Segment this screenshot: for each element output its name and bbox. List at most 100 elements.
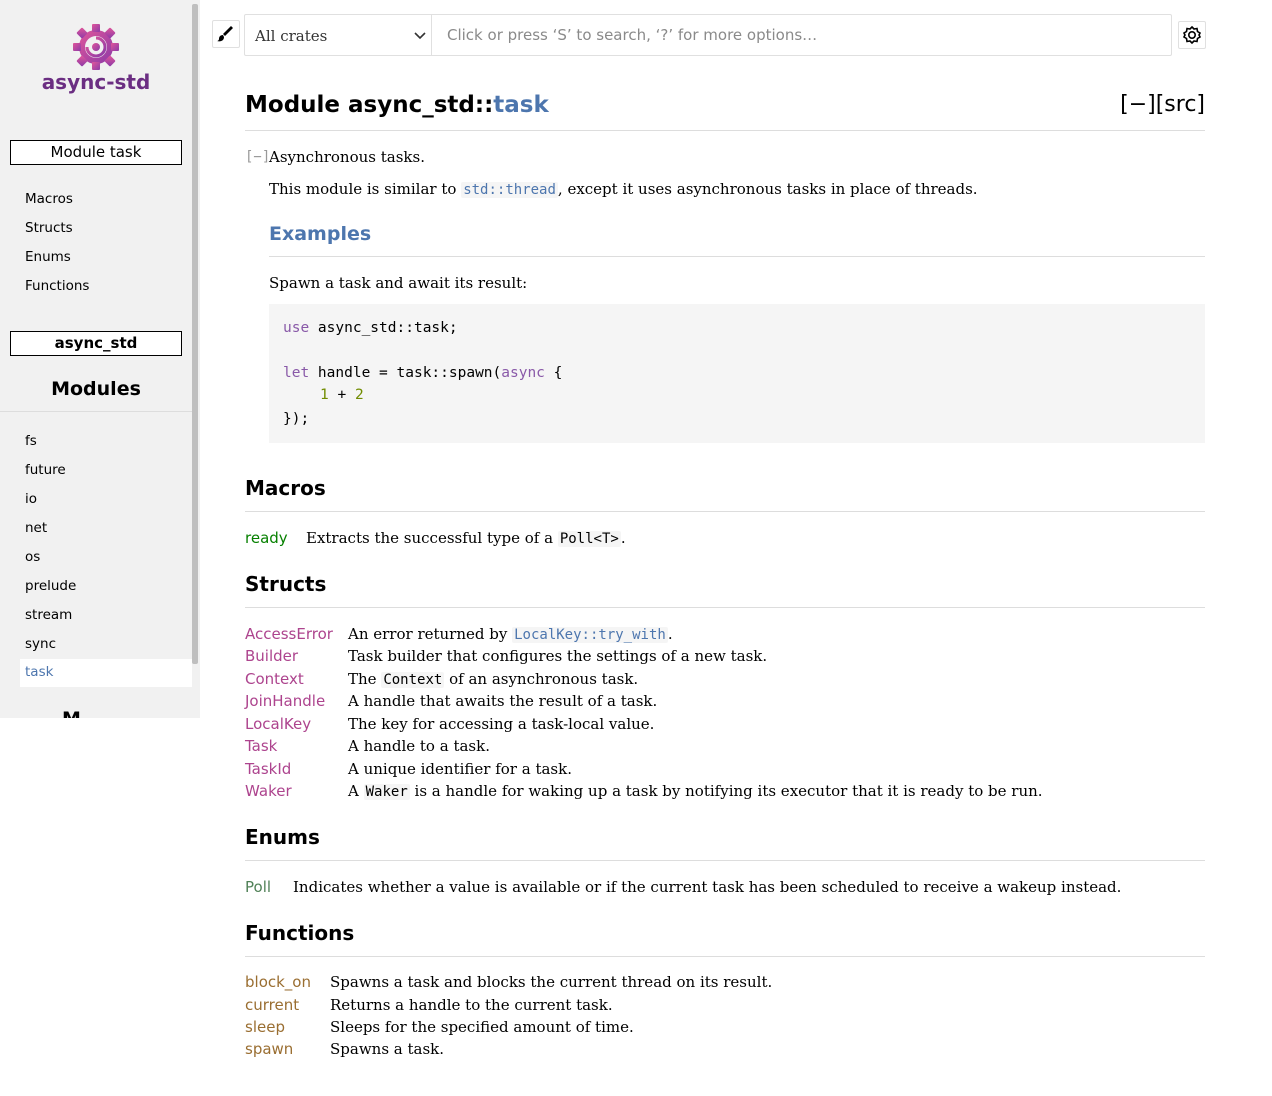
divider <box>245 860 1205 861</box>
search-bar: All crates <box>244 14 1172 56</box>
fn-link-sleep[interactable]: sleep <box>245 1018 285 1036</box>
desc-part: is a handle for waking up a task by noti… <box>409 782 1043 800</box>
crate-select-value: All crates <box>255 27 328 45</box>
desc-part: This module is similar to <box>269 180 462 198</box>
sidebar-link-functions[interactable]: Functions <box>25 278 89 294</box>
item-description: A unique identifier for a task. <box>348 760 572 778</box>
macro-link-ready[interactable]: ready <box>245 529 288 547</box>
item-description: Returns a handle to the current task. <box>330 996 613 1014</box>
code-text: handle = task::spawn( <box>309 365 502 381</box>
fn-link-spawn[interactable]: spawn <box>245 1040 293 1058</box>
code-text: async_std::task; <box>309 320 458 336</box>
code-line: let handle = task::spawn(async { <box>283 365 562 381</box>
enum-link-poll[interactable]: Poll <box>245 878 271 896</box>
code-line: use async_std::task; <box>283 320 458 336</box>
desc-part: The <box>348 670 382 688</box>
desc-part: Extracts the successful type of a <box>306 529 558 547</box>
sidebar-module-sync[interactable]: sync <box>25 636 56 652</box>
gear-icon <box>1182 25 1202 45</box>
settings-button[interactable] <box>1178 21 1206 49</box>
code-keyword: async <box>501 365 545 381</box>
crate-name[interactable]: async-std <box>0 70 192 94</box>
localkey-try-with-link[interactable]: LocalKey::try_with <box>512 627 668 643</box>
struct-link-builder[interactable]: Builder <box>245 647 298 665</box>
sidebar-module-io[interactable]: io <box>25 491 37 507</box>
desc-part: of an asynchronous task. <box>444 670 639 688</box>
item-description: A Waker is a handle for waking up a task… <box>348 782 1043 800</box>
examples-heading[interactable]: Examples <box>269 223 371 245</box>
struct-link-joinhandle[interactable]: JoinHandle <box>245 692 325 710</box>
sidebar-module-os[interactable]: os <box>25 549 40 565</box>
modules-heading: Modules <box>51 378 141 400</box>
item-description: A handle that awaits the result of a tas… <box>348 692 658 710</box>
struct-link-waker[interactable]: Waker <box>245 782 292 800</box>
summary-text: Asynchronous tasks. <box>269 148 425 166</box>
crate-box[interactable]: async_std <box>10 331 182 356</box>
search-input[interactable] <box>435 15 1165 55</box>
async-std-logo-icon[interactable] <box>73 24 119 70</box>
section-heading-functions[interactable]: Functions <box>245 921 354 945</box>
fn-link-current[interactable]: current <box>245 996 299 1014</box>
theme-picker-button[interactable] <box>212 20 240 48</box>
struct-link-context[interactable]: Context <box>245 670 304 688</box>
sidebar-link-enums[interactable]: Enums <box>25 249 71 265</box>
item-description: A handle to a task. <box>348 737 490 755</box>
sidebar-module-future[interactable]: future <box>25 462 66 478</box>
collapse-toggle[interactable]: [−] <box>245 149 270 165</box>
item-description: Indicates whether a value is available o… <box>293 878 1122 896</box>
desc-part: A <box>348 782 364 800</box>
code-number: 2 <box>354 387 364 403</box>
item-description: Spawns a task. <box>330 1040 445 1058</box>
code-keyword: use <box>283 320 310 336</box>
struct-link-localkey[interactable]: LocalKey <box>245 715 311 733</box>
divider <box>0 411 192 412</box>
section-heading-enums[interactable]: Enums <box>245 825 320 849</box>
fn-link-block-on[interactable]: block_on <box>245 973 311 991</box>
sidebar: async-std Module task Macros Structs Enu… <box>0 0 200 718</box>
divider <box>245 511 1205 512</box>
sidebar-module-stream[interactable]: stream <box>25 607 72 623</box>
item-description: Spawns a task and blocks the current thr… <box>330 973 773 991</box>
inline-code: Poll<T> <box>557 531 621 547</box>
sidebar-scrollbar[interactable] <box>192 4 198 664</box>
sidebar-module-net[interactable]: net <box>25 520 47 536</box>
sidebar-link-structs[interactable]: Structs <box>25 220 73 236</box>
sidebar-module-task[interactable]: task <box>20 659 192 687</box>
desc-part: . <box>667 625 673 643</box>
title-item-link[interactable]: task <box>493 92 549 118</box>
section-heading-structs[interactable]: Structs <box>245 572 326 596</box>
examples-intro: Spawn a task and await its result: <box>269 274 528 292</box>
paintbrush-icon <box>217 26 233 42</box>
sidebar-module-prelude[interactable]: prelude <box>25 578 76 594</box>
crate-search-select[interactable]: All crates <box>245 15 432 55</box>
description-text: This module is similar to std::thread, e… <box>269 180 978 198</box>
divider <box>245 607 1205 608</box>
item-description: Extracts the successful type of a Poll<T… <box>306 529 626 547</box>
std-thread-link[interactable]: std::thread <box>461 182 558 198</box>
code-text: { <box>544 365 563 381</box>
item-description: The Context of an asynchronous task. <box>348 670 638 688</box>
divider <box>245 130 1205 131</box>
location-box: Module task <box>10 140 182 165</box>
desc-part: , except it uses asynchronous tasks in p… <box>557 180 978 198</box>
collapse-src-links[interactable]: [−][src] <box>1120 92 1205 117</box>
title-prefix: Module async_std:: <box>245 92 494 118</box>
section-heading-macros[interactable]: Macros <box>245 476 326 500</box>
sidebar-cut-heading: M <box>62 708 81 718</box>
struct-link-accesserror[interactable]: AccessError <box>245 625 333 643</box>
struct-link-task[interactable]: Task <box>245 737 277 755</box>
inline-code: Context <box>381 672 445 688</box>
sidebar-link-macros[interactable]: Macros <box>25 191 73 207</box>
sidebar-module-fs[interactable]: fs <box>25 433 37 449</box>
code-example: use async_std::task; let handle = task::… <box>269 304 1205 443</box>
code-text: + <box>328 387 355 403</box>
chevron-down-icon <box>414 32 426 40</box>
code-line: }); <box>283 411 310 427</box>
divider <box>269 256 1205 257</box>
item-description: Sleeps for the specified amount of time. <box>330 1018 634 1036</box>
sidebar-current-label: task <box>25 664 54 680</box>
page-title: Module async_std::task <box>245 92 549 118</box>
code-line: 1 + 2 <box>320 387 364 403</box>
code-keyword: let <box>283 365 310 381</box>
struct-link-taskid[interactable]: TaskId <box>245 760 291 778</box>
